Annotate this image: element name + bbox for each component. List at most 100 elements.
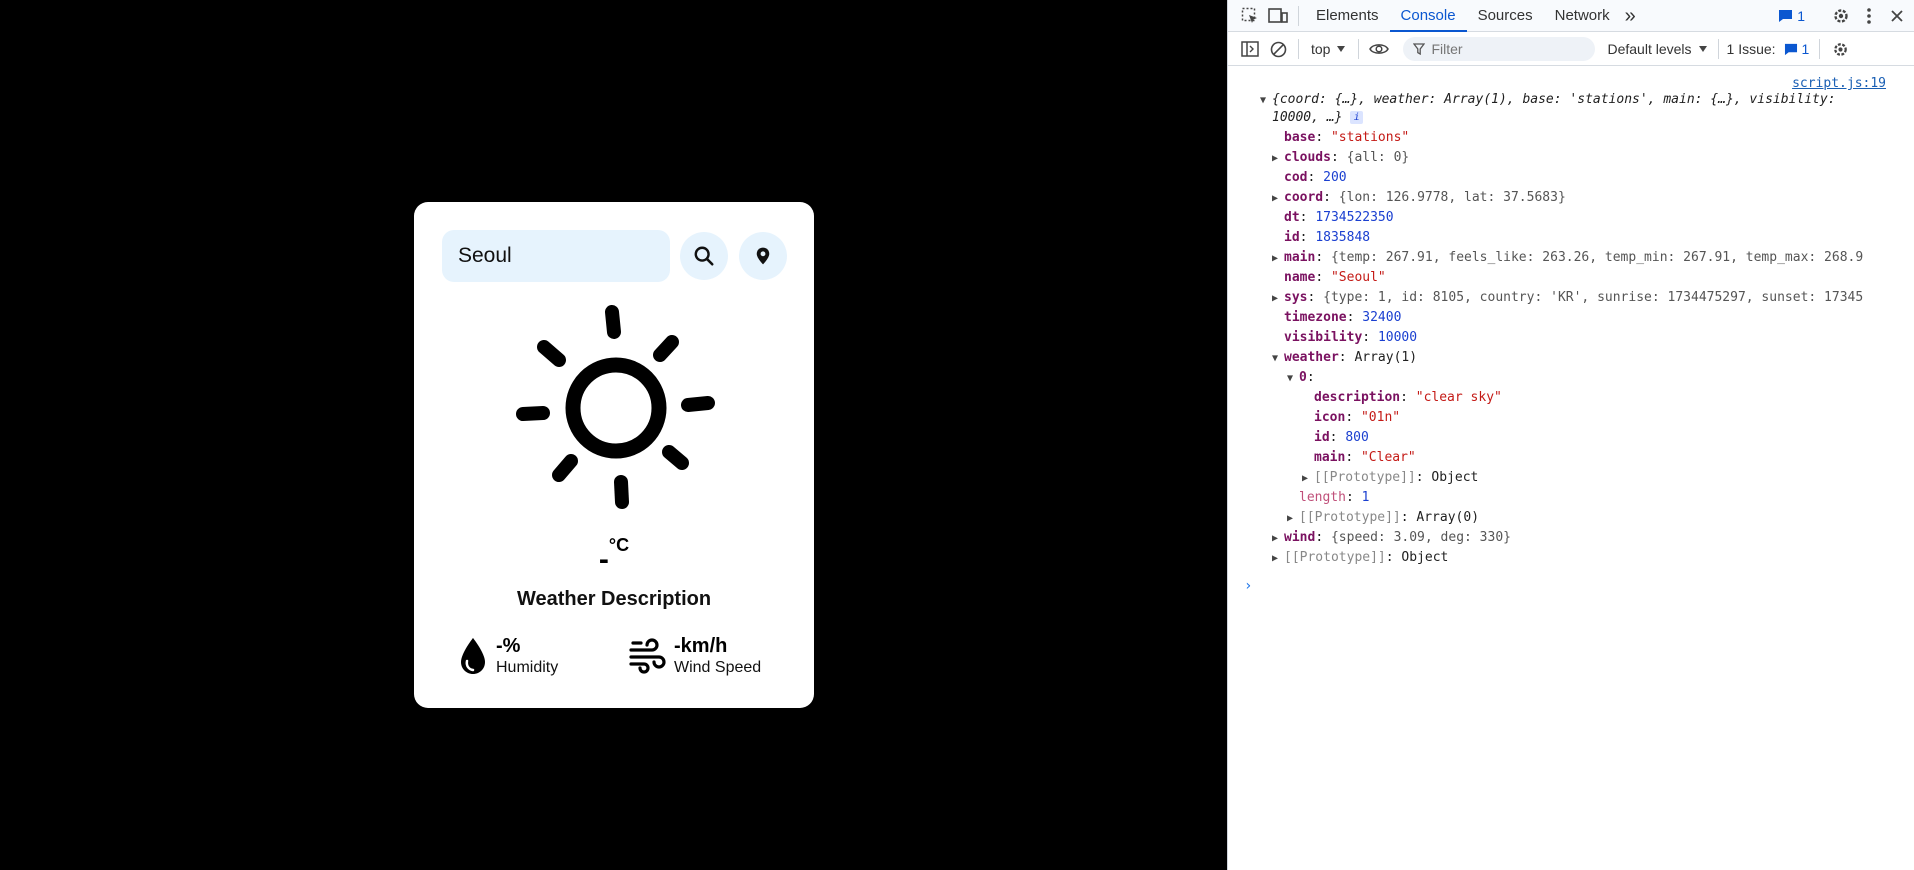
more-options-button[interactable] [1855,2,1883,30]
clear-console-button[interactable] [1264,35,1292,63]
block-icon [1270,41,1286,57]
prop-row[interactable]: ▶ clouds: {all: 0} [1272,148,1409,168]
prop-row[interactable]: ▶ [[Prototype]]: Object [1272,548,1448,568]
gear-icon [1834,42,1847,56]
location-pin-icon [756,247,770,265]
info-icon[interactable]: i [1350,111,1364,124]
search-icon [694,246,714,266]
weather-description: Weather Description [516,588,712,610]
inspect-cursor-icon [1241,7,1257,23]
prop-row[interactable]: ▶ coord: {lon: 126.9778, lat: 37.5683} [1272,188,1566,208]
message-icon [1784,43,1797,55]
filter-input[interactable] [1431,41,1582,57]
expanded-triangle-icon: ▼ [1260,95,1267,106]
weather-card: -°C Weather Description -% Humidity [414,202,814,708]
device-icon [1268,7,1288,23]
source-link[interactable]: script.js:19 [1792,76,1886,91]
caret-down-icon [1337,46,1346,52]
prop-row: visibility: 10000 [1284,330,1418,345]
prop-row: name: "Seoul" [1284,270,1386,285]
message-icon [1779,9,1793,22]
prop-row: length: 1 [1299,490,1370,505]
caret-down-icon [1698,46,1707,52]
context-selector[interactable]: top [1305,41,1352,57]
issues-button[interactable]: 1 Issue: 1 [1727,41,1810,57]
wind-speed-value: -km/h [674,635,728,657]
location-button[interactable] [739,232,787,280]
summary-line-2: 10000, …} [1272,110,1343,125]
tab-elements[interactable]: Elements [1305,0,1390,32]
prop-row: timezone: 32400 [1284,310,1402,325]
live-expression-button[interactable] [1365,35,1393,63]
tab-network[interactable]: Network [1544,0,1621,32]
collapsed-triangle-icon: ▶ [1272,153,1279,164]
console-settings-button[interactable] [1826,35,1854,63]
prop-row[interactable]: ▶ main: {temp: 267.91, feels_like: 263.26… [1272,248,1863,268]
collapsed-triangle-icon: ▶ [1272,193,1279,204]
inspect-element-button[interactable] [1236,2,1264,30]
prop-row[interactable]: ▼ weather: Array(1) [1272,348,1417,368]
city-search-input[interactable] [442,230,670,282]
device-toolbar-button[interactable] [1264,2,1292,30]
humidity-metric: -% Humidity [458,634,558,678]
prop-row[interactable]: ▶ [[Prototype]]: Array(0) [1287,508,1479,528]
prop-row[interactable]: ▼ 0: [1287,368,1315,388]
log-levels-dropdown[interactable]: Default levels [1607,41,1707,57]
message-count: 1 [1797,7,1805,24]
settings-button[interactable] [1827,2,1855,30]
prop-row: cod: 200 [1284,170,1347,185]
console-toolbar: top Default levels 1 Issue: 1 [1228,33,1914,66]
expanded-triangle-icon: ▼ [1287,373,1294,384]
messages-badge[interactable]: 1 [1778,8,1805,24]
issues-label: 1 Issue: [1726,41,1776,57]
console-filter [1403,37,1596,61]
eye-icon [1369,44,1390,54]
search-button[interactable] [680,232,728,280]
object-summary-cont: 10000, …} i [1272,108,1364,128]
wind-icon [629,638,666,674]
prop-row[interactable]: ▶ sys: {type: 1, id: 8105, country: 'KR',… [1272,288,1863,308]
prop-row: description: "clear sky" [1314,390,1502,405]
prop-row: base: "stations" [1284,130,1410,145]
devtools-tab-bar: Elements Console Sources Network » 1 [1228,0,1914,32]
water-drop-icon [461,638,485,674]
log-levels-label: Default levels [1607,41,1692,57]
humidity-value: -% [496,635,521,657]
wind-speed-label: Wind Speed [674,659,762,676]
context-label: top [1311,41,1331,57]
tab-sources[interactable]: Sources [1467,0,1544,32]
gear-icon [1834,8,1848,23]
kebab-menu-icon [1867,7,1871,24]
summary-line-1: {coord: {…}, weather: Array(1), base: 's… [1272,92,1836,107]
close-icon [1891,9,1903,22]
prop-row: main: "Clear" [1314,450,1416,465]
more-tabs-button[interactable]: » [1621,0,1640,32]
collapsed-triangle-icon: ▶ [1302,473,1309,484]
filter-funnel-icon [1413,43,1426,55]
collapsed-triangle-icon: ▶ [1287,513,1294,524]
prop-row[interactable]: ▶ wind: {speed: 3.09, deg: 330} [1272,528,1511,548]
devtools-panel: Elements Console Sources Network » 1 top [1227,0,1914,870]
expanded-triangle-icon: ▼ [1272,353,1279,364]
temperature-display: -°C [414,535,814,577]
prop-row[interactable]: ▶ [[Prototype]]: Object [1302,468,1478,488]
issues-count: 1 [1801,41,1810,57]
prop-row: id: 1835848 [1284,230,1371,245]
tab-console[interactable]: Console [1389,0,1467,32]
wind-metric: -km/h Wind Speed [628,634,761,678]
prop-row: icon: "01n" [1314,410,1401,425]
console-prompt[interactable]: › [1244,578,1252,594]
object-summary[interactable]: ▼ {coord: {…}, weather: Array(1), base: '… [1260,90,1836,110]
sun-icon [516,305,715,509]
prop-row: id: 800 [1314,430,1369,445]
close-devtools-button[interactable] [1883,2,1911,30]
collapsed-triangle-icon: ▶ [1272,293,1279,304]
temperature-value: - [598,543,609,576]
humidity-label: Humidity [496,659,559,676]
prop-row: dt: 1734522350 [1284,210,1394,225]
collapsed-triangle-icon: ▶ [1272,253,1279,264]
show-sidebar-button[interactable] [1236,35,1264,63]
collapsed-triangle-icon: ▶ [1272,533,1279,544]
collapsed-triangle-icon: ▶ [1272,553,1279,564]
console-output: script.js:19 ▼ {coord: {…}, weather: Arra… [1228,66,1914,870]
